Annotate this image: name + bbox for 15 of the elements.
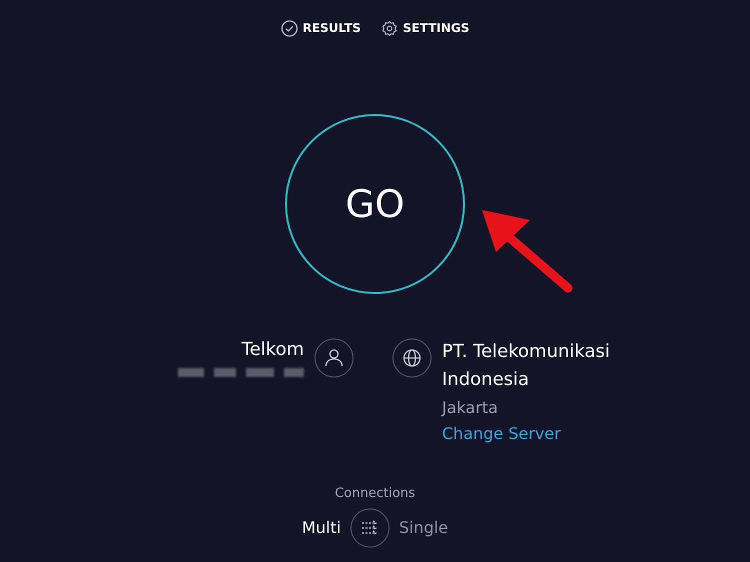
settings-icon — [380, 20, 398, 36]
go-button[interactable]: GO — [285, 114, 465, 294]
server-name: PT. Telekomunikasi Indonesia — [442, 340, 611, 392]
settings-link[interactable]: SETTINGS — [402, 19, 470, 37]
results-link[interactable]: RESULTS — [302, 19, 361, 37]
connections-label: Connections — [334, 485, 416, 503]
change-server-link[interactable]: Change Server — [442, 422, 561, 446]
provider-name: Telkom — [242, 338, 304, 362]
globe-icon — [392, 338, 432, 378]
connections-toggle-icon[interactable] — [350, 508, 390, 548]
person-icon — [314, 338, 354, 378]
checkmark-icon — [280, 20, 298, 36]
server-location: Jakarta — [442, 397, 499, 419]
connection-option[interactable]: Single — [398, 516, 448, 540]
connection-option[interactable]: Multi — [302, 516, 341, 540]
